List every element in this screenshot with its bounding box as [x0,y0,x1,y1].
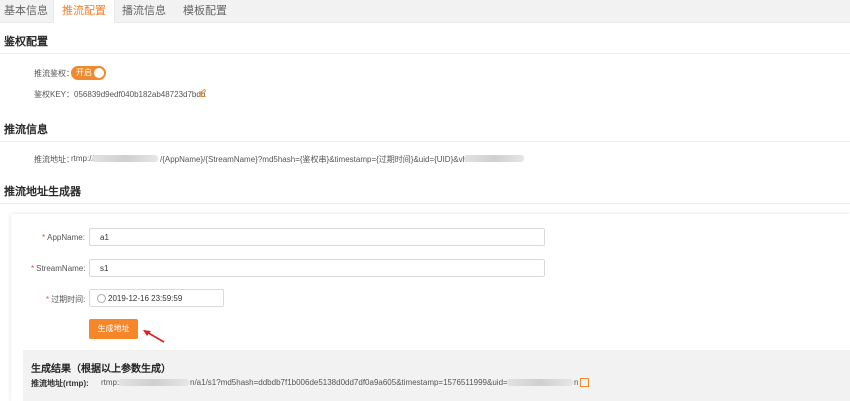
expire-time-label: * 过期时间: [46,295,86,304]
divider [0,203,850,204]
result-address-body: n/a1/s1?md5hash=ddbdb7f1b006de5138d0dd7d… [190,378,542,387]
result-address-suffix: n [574,378,579,387]
redacted-vhost [464,155,524,162]
streamname-label: * StreamName: [31,264,86,273]
result-panel [23,350,850,401]
divider [0,141,850,142]
push-info-section-title: 推流信息 [4,124,48,136]
redacted-host [92,155,158,162]
edit-icon[interactable] [198,88,207,97]
generator-section-title: 推流地址生成器 [4,186,81,198]
result-address-label: 推流地址(rtmp): [31,379,89,388]
auth-key-label: 鉴权KEY： [34,90,75,99]
tab-template-config[interactable]: 模板配置 [175,0,235,22]
tab-push-config[interactable]: 推流配置 [53,0,115,23]
expire-time-picker[interactable]: 2019-12-16 23:59:59 [89,289,224,307]
push-address-prefix: rtmp:// [71,154,94,163]
result-title: 生成结果（根据以上参数生成） [31,364,171,375]
toggle-knob [94,68,104,78]
appname-input[interactable]: a1 [89,228,545,246]
push-auth-label: 推流鉴权： [34,69,74,78]
divider [0,53,850,54]
tab-basic-info[interactable]: 基本信息 [0,0,52,22]
streamname-input[interactable]: s1 [89,259,545,277]
tab-bar: 基本信息 推流配置 播流信息 模板配置 [0,0,850,23]
push-address-label: 推流地址： [34,155,74,164]
auth-section-title: 鉴权配置 [4,36,48,48]
tab-play-info[interactable]: 播流信息 [115,0,173,22]
clock-icon [97,294,106,303]
appname-label: * AppName: [42,233,85,242]
red-arrow-icon [143,330,165,343]
auth-key-value: 056839d9edf040b182ab48723d7bdb [74,90,206,99]
generate-address-button[interactable]: 生成地址 [89,319,138,339]
auth-key-row: 鉴权KEY：056839d9edf040b182ab48723d7bdb [34,89,205,100]
push-auth-toggle[interactable]: 开启 [71,66,106,80]
push-address-template: /{AppName}/{StreamName}?md5hash={鉴权串}&ti… [160,155,483,164]
copy-icon[interactable] [580,378,589,387]
toggle-text: 开启 [76,68,92,77]
redacted-vhost [507,379,573,386]
redacted-host [119,379,189,386]
